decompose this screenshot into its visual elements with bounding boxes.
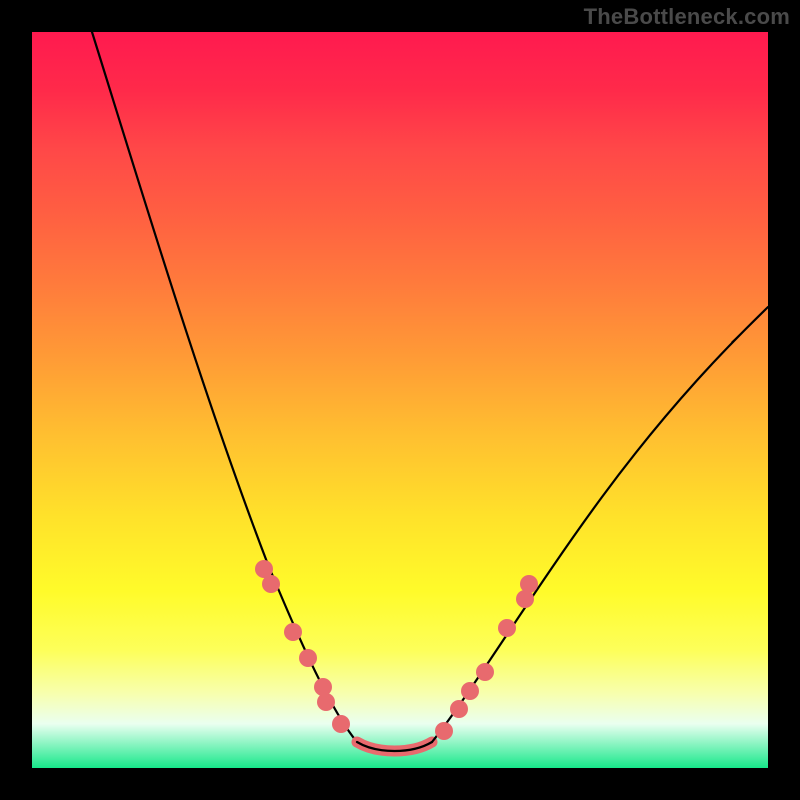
marker-dot	[450, 700, 468, 718]
marker-dot	[461, 682, 479, 700]
marker-dot	[314, 678, 332, 696]
curve-left-arm	[92, 32, 357, 742]
marker-dot	[435, 722, 453, 740]
chart-overlay	[32, 32, 768, 768]
marker-dot	[476, 663, 494, 681]
curve-right-tail	[732, 307, 768, 342]
marker-dot	[520, 575, 538, 593]
watermark-text: TheBottleneck.com	[584, 4, 790, 30]
marker-dot	[498, 619, 516, 637]
marker-dot	[262, 575, 280, 593]
chart-stage: TheBottleneck.com	[0, 0, 800, 800]
marker-dot	[299, 649, 317, 667]
marker-dot	[317, 693, 335, 711]
marker-dot	[284, 623, 302, 641]
marker-dot	[332, 715, 350, 733]
